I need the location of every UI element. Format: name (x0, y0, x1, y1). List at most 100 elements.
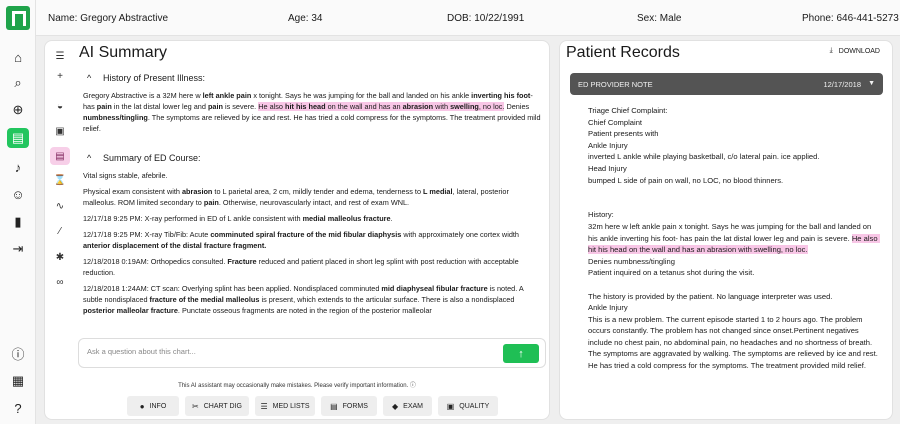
ask-input[interactable] (87, 347, 487, 356)
app-logo[interactable] (6, 6, 30, 30)
left-nav: ⌂ ⌕ ⊕ ▤ ♪ ☺ ▮ ⇥ ⓘ ▦ ? (0, 0, 36, 424)
collapse-list-icon[interactable]: ☰ (50, 47, 70, 65)
hpi-segment: in the lat distal lower leg and (111, 102, 208, 111)
hpi-segment: pain (96, 102, 112, 111)
button-label: EXAM (403, 402, 423, 410)
calendar-icon[interactable]: ▦ (7, 371, 29, 391)
ed-course-entry: 12/17/18 9:25 PM: X-ray Tib/Fib: Acute c… (83, 229, 543, 251)
med-lists-button[interactable]: ☰ MED LISTS (255, 396, 315, 416)
caret-down-icon: ▼ (868, 80, 875, 87)
hpi-segment: . The symptoms are relieved by ice and r… (83, 113, 541, 133)
home-icon[interactable]: ⌂ (7, 47, 29, 67)
download-button[interactable]: ⤓ DOWNLOAD (830, 47, 880, 55)
ai-toolstrip: ☰ + ◒ ▣ ▤ ⌛ ∿ ⁄ ✱ ∞ (45, 41, 75, 419)
ed-course-segment: mid diaphyseal fibular fracture (381, 284, 488, 293)
ed-course-entry: 12/17/18 9:25 PM: X-ray performed in ED … (83, 213, 543, 224)
ed-course-section-header[interactable]: ^ Summary of ED Course: (83, 153, 543, 164)
plus-icon[interactable]: + (50, 67, 70, 85)
ed-course-segment: pain (203, 198, 219, 207)
ed-course-segment: 12/18/2018 0:19AM: Orthopedics consulted… (83, 257, 228, 266)
info-icon[interactable]: ⓘ (7, 343, 29, 363)
ed-course-segment: Vital signs stable, afebrile. (83, 171, 168, 180)
ai-summary-content: ^ History of Present Illness: Gregory Abs… (83, 69, 543, 331)
note-selector[interactable]: ED PROVIDER NOTE 12/17/2018 ▼ (570, 73, 883, 95)
info-button[interactable]: ● INFO (127, 396, 179, 416)
ai-summary-panel: ☰ + ◒ ▣ ▤ ⌛ ∿ ⁄ ✱ ∞ AI Summary ^ History … (44, 40, 550, 420)
ed-course-segment: Fracture (227, 257, 257, 266)
info-icon: ⓘ (409, 383, 416, 389)
hpi-segment: swelling (450, 102, 479, 111)
hpi-segment: is severe. (222, 102, 259, 111)
image-icon[interactable]: ▣ (50, 122, 70, 140)
ai-summary-title: AI Summary (79, 44, 168, 61)
hpi-segment: pain (207, 102, 223, 111)
forms-button[interactable]: ▤ FORMS (321, 396, 377, 416)
patient-name: Name: Gregory Abstractive (48, 13, 169, 24)
ed-course-segment: Physical exam consistent with (83, 187, 182, 196)
ed-course-entry: 12/18/2018 1:24AM: CT scan: Overlying sp… (83, 283, 543, 316)
hpi-segment: abrasion (402, 102, 434, 111)
hpi-segment: inverting his foot (471, 91, 531, 100)
ed-course-entry: Physical exam consistent with abrasion t… (83, 186, 543, 208)
ed-course-segment: anterior displacement of the distal frac… (83, 241, 267, 250)
form-icon: ▤ (330, 401, 338, 411)
patient-dob: DOB: 10/22/1991 (447, 13, 525, 24)
chart-dig-button[interactable]: ✂ CHART DIG (185, 396, 249, 416)
hpi-segment: Gregory Abstractive is a 32M here w (83, 91, 203, 100)
button-label: QUALITY (459, 402, 490, 410)
hpi-segment: on the wall and has an (325, 102, 403, 111)
graduation-cap-icon: ◆ (392, 401, 399, 411)
exam-button[interactable]: ◆ EXAM (383, 396, 432, 416)
patient-records-title: Patient Records (566, 44, 680, 61)
ed-course-segment: . (390, 214, 393, 223)
ed-course-segment: 12/18/2018 1:24AM: CT scan: Overlying sp… (83, 284, 382, 293)
list-icon: ☰ (260, 401, 268, 411)
button-label: MED LISTS (272, 402, 310, 410)
hpi-segment: numbness/tingling (83, 113, 148, 122)
hpi-section-header[interactable]: ^ History of Present Illness: (83, 73, 543, 84)
ed-course-entry: 12/18/2018 0:19AM: Orthopedics consulted… (83, 256, 543, 278)
bar-chart-icon[interactable]: ▮ (7, 212, 29, 232)
patient-phone: Phone: 646-441-5273 (802, 13, 899, 24)
button-label: CHART DIG (203, 402, 242, 410)
person-icon[interactable]: ☺ (7, 184, 29, 204)
ed-course-segment: to L parietal area, 2 cm, mildly tender … (212, 187, 424, 196)
button-label: FORMS (342, 402, 368, 410)
hpi-segment: He also (258, 102, 285, 111)
info-icon: ● (139, 401, 145, 411)
ask-question-box: ↑ (78, 338, 546, 368)
ed-course-segment: comminuted spiral fracture of the mid fi… (210, 230, 402, 239)
quality-icon: ▣ (446, 401, 455, 411)
documents-icon[interactable]: ▤ (50, 147, 70, 165)
ai-disclaimer: This AI assistant may occasionally make … (178, 383, 416, 389)
notes-icon[interactable]: ▤ (7, 128, 29, 148)
pill-icon[interactable]: ◒ (50, 97, 70, 115)
note-type-label: ED PROVIDER NOTE (578, 80, 653, 89)
patient-records-panel: Patient Records ⤓ DOWNLOAD ED PROVIDER N… (559, 40, 893, 420)
link-icon[interactable]: ∞ (50, 273, 70, 291)
hpi-segment: Denies (504, 102, 530, 111)
hpi-segment: , no loc. (478, 102, 505, 111)
search-icon[interactable]: ⌕ (7, 73, 29, 93)
bell-icon[interactable]: ♪ (7, 157, 29, 177)
send-button[interactable]: ↑ (503, 344, 539, 363)
ed-course-segment: . Punctate osseous fragments are noted i… (177, 306, 432, 315)
quality-button[interactable]: ▣ QUALITY (438, 396, 498, 416)
syringe-icon[interactable]: ⁄ (50, 222, 70, 240)
logout-icon[interactable]: ⇥ (7, 239, 29, 259)
hpi-segment: left ankle pain (202, 91, 252, 100)
ed-course-segment: 12/17/18 9:25 PM: X-ray Tib/Fib: Acute (83, 230, 211, 239)
patient-age: Age: 34 (288, 13, 323, 24)
hourglass-icon[interactable]: ⌛ (50, 171, 70, 189)
chevron-up-icon: ^ (87, 73, 92, 83)
ed-course-segment: is present, which extends to the articul… (259, 295, 515, 304)
ed-course-segment: with approximately one cortex width (401, 230, 519, 239)
record-text: Triage Chief Complaint: Chief Complaint … (588, 106, 880, 371)
pulse-icon[interactable]: ∿ (50, 197, 70, 215)
hpi-segment: hit his head (285, 102, 326, 111)
asterisk-icon[interactable]: ✱ (50, 248, 70, 266)
button-label: INFO (149, 402, 167, 410)
help-icon[interactable]: ? (7, 398, 29, 418)
add-document-icon[interactable]: ⊕ (7, 100, 29, 120)
ed-course-segment: 12/17/18 9:25 PM: X-ray performed in ED … (83, 214, 303, 223)
